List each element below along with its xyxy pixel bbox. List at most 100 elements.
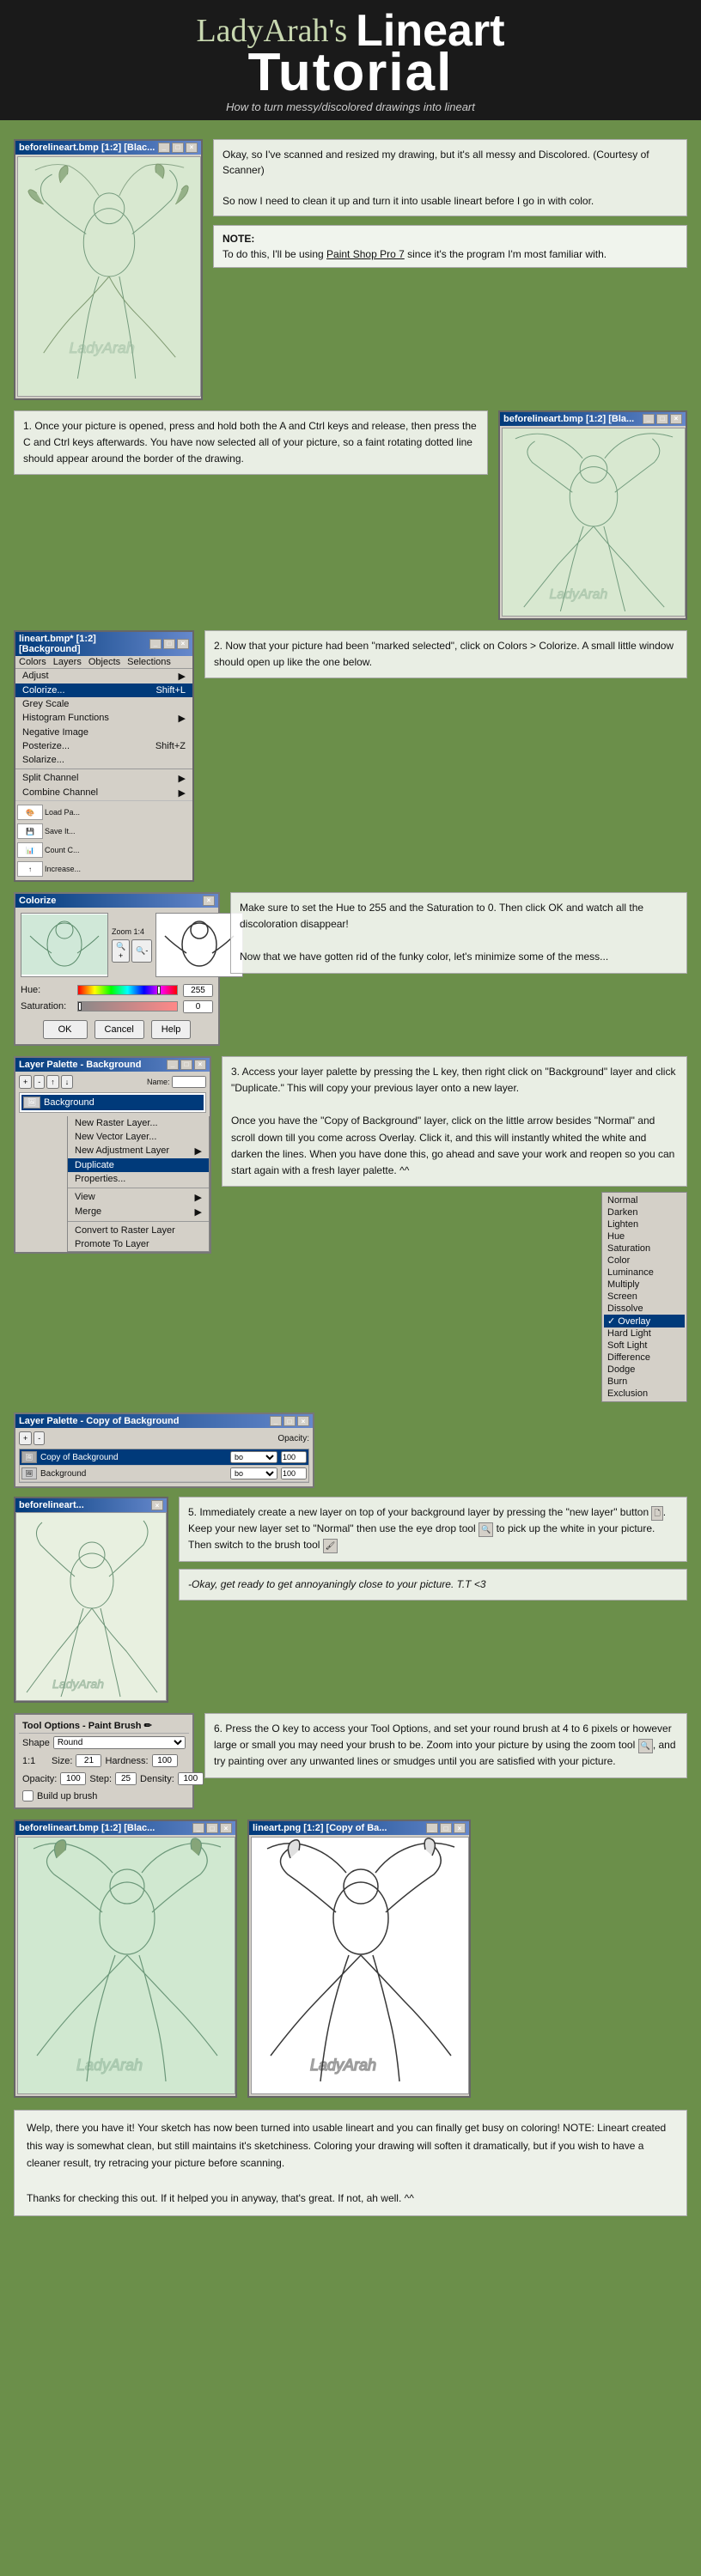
blend-dissolve[interactable]: Dissolve <box>604 1303 685 1315</box>
after-final-close[interactable]: × <box>454 1823 466 1833</box>
layer-copy-del[interactable]: - <box>34 1431 45 1445</box>
buildup-checkbox[interactable] <box>22 1790 34 1801</box>
colorize-body: Zoom 1:4 🔍+ 🔍- <box>15 908 218 1044</box>
layer-delete-btn[interactable]: - <box>34 1075 45 1089</box>
svg-text:LadyArah: LadyArah <box>310 2057 376 2074</box>
menu-negative[interactable]: Negative Image <box>15 726 192 739</box>
layer-copy-add[interactable]: + <box>19 1431 32 1445</box>
layer-copy-opacity-1[interactable] <box>281 1451 307 1463</box>
colorize-ok-btn[interactable]: OK <box>43 1020 88 1039</box>
minimize-btn-2[interactable]: _ <box>643 414 655 424</box>
layer-copy-close[interactable]: × <box>297 1416 309 1426</box>
psp-menubar[interactable]: Colors Layers Objects Selections <box>15 656 192 669</box>
minimize-btn-3[interactable]: _ <box>149 639 162 649</box>
hue-input[interactable] <box>183 984 213 997</box>
ctx-convert-raster[interactable]: Convert to Raster Layer <box>68 1224 209 1237</box>
layer-copy-blend-1[interactable]: bo Normal Overlay <box>230 1451 277 1463</box>
maximize-btn-2[interactable]: □ <box>656 414 668 424</box>
ctx-properties[interactable]: Properties... <box>68 1172 209 1186</box>
before-final-close[interactable]: × <box>220 1823 232 1833</box>
layer-copy-opacity-2[interactable] <box>281 1467 307 1479</box>
note-label: NOTE: <box>222 233 254 245</box>
after-final-min[interactable]: _ <box>426 1823 438 1833</box>
blend-burn[interactable]: Burn <box>604 1376 685 1388</box>
maximize-btn[interactable]: □ <box>172 143 184 153</box>
ctx-duplicate[interactable]: Duplicate <box>68 1158 209 1172</box>
ctx-view[interactable]: View ▶ <box>68 1190 209 1205</box>
before-final-max[interactable]: □ <box>206 1823 218 1833</box>
layer-copy-maximize[interactable]: □ <box>283 1416 296 1426</box>
zoom-out-btn[interactable]: 🔍- <box>131 939 152 963</box>
layer-copy-minimize[interactable]: _ <box>270 1416 282 1426</box>
layer-bg-selected[interactable]: 🖼 Background <box>21 1095 204 1110</box>
layer-close[interactable]: × <box>194 1060 206 1070</box>
minimize-btn[interactable]: _ <box>158 143 170 153</box>
density-input[interactable] <box>178 1772 204 1785</box>
colorize-help-btn[interactable]: Help <box>151 1020 192 1039</box>
colorize-close[interactable]: × <box>203 896 215 906</box>
menu-combine-channel[interactable]: Combine Channel▶ <box>15 786 192 800</box>
hue-slider-track[interactable] <box>77 985 178 995</box>
blend-normal[interactable]: Normal <box>604 1194 685 1206</box>
blend-overlay[interactable]: ✓ Overlay <box>604 1315 685 1327</box>
layer-up-btn[interactable]: ↑ <box>46 1075 59 1089</box>
menu-posterize[interactable]: Posterize...Shift+Z <box>15 739 192 753</box>
blend-luminance[interactable]: Luminance <box>604 1267 685 1279</box>
ctx-new-raster[interactable]: New Raster Layer... <box>68 1116 209 1130</box>
shape-select[interactable]: Round Square <box>53 1736 186 1749</box>
layer-minimize[interactable]: _ <box>167 1060 179 1070</box>
layer-copy-row-1[interactable]: 🖼 Copy of Background bo Normal Overlay <box>20 1449 308 1466</box>
menu-colorize[interactable]: Colorize...Shift+L <box>15 683 192 697</box>
layer-maximize[interactable]: □ <box>180 1060 192 1070</box>
before-final-drawing: LadyArah <box>17 1837 235 2094</box>
blend-difference[interactable]: Difference <box>604 1352 685 1364</box>
step5-close[interactable]: × <box>151 1500 163 1510</box>
before-final-min[interactable]: _ <box>192 1823 204 1833</box>
after-final-max[interactable]: □ <box>440 1823 452 1833</box>
ctx-promote[interactable]: Promote To Layer <box>68 1237 209 1251</box>
sat-slider-thumb[interactable] <box>78 1002 82 1011</box>
ctx-new-vector[interactable]: New Vector Layer... <box>68 1130 209 1144</box>
sat-input[interactable] <box>183 1000 213 1013</box>
maximize-btn-3[interactable]: □ <box>163 639 175 649</box>
blend-screen[interactable]: Screen <box>604 1291 685 1303</box>
menu-split-channel[interactable]: Split Channel▶ <box>15 771 192 786</box>
blend-darken[interactable]: Darken <box>604 1206 685 1218</box>
layer-down-btn[interactable]: ↓ <box>61 1075 74 1089</box>
blend-saturation[interactable]: Saturation <box>604 1242 685 1255</box>
hardness-input[interactable] <box>152 1754 178 1767</box>
menu-solarize[interactable]: Solarize... <box>15 753 192 767</box>
blend-lighten[interactable]: Lighten <box>604 1218 685 1230</box>
zoom-in-btn[interactable]: 🔍+ <box>112 939 130 963</box>
layer-add-btn[interactable]: + <box>19 1075 32 1089</box>
hue-slider-thumb[interactable] <box>157 986 161 994</box>
ctx-merge[interactable]: Merge ▶ <box>68 1205 209 1219</box>
ctx-new-adjustment[interactable]: New Adjustment Layer ▶ <box>68 1144 209 1158</box>
blend-exclusion[interactable]: Exclusion <box>604 1388 685 1400</box>
window-beforelineart-1: beforelineart.bmp [1:2] [Blac... _ □ × <box>14 139 203 400</box>
size-input[interactable] <box>76 1754 101 1767</box>
blend-dodge[interactable]: Dodge <box>604 1364 685 1376</box>
menu-histogram[interactable]: Histogram Functions▶ <box>15 711 192 726</box>
blend-color[interactable]: Color <box>604 1255 685 1267</box>
menu-greyscale[interactable]: Grey Scale <box>15 697 192 711</box>
blend-soft-light[interactable]: Soft Light <box>604 1340 685 1352</box>
size-row: 1:1 Size: Hardness: <box>19 1752 189 1770</box>
menu-adjust[interactable]: Adjust▶ <box>15 669 192 683</box>
layer-copy-blend-2[interactable]: bo Normal <box>230 1467 277 1479</box>
blend-hue[interactable]: Hue <box>604 1230 685 1242</box>
layer-name-input[interactable] <box>172 1076 206 1088</box>
blend-modes-area: Normal Darken Lighten Hue Saturation Col… <box>222 1192 687 1402</box>
layer-palette-toolbar: + - ↑ ↓ Name: <box>15 1072 210 1116</box>
sat-slider-track[interactable] <box>77 1001 178 1012</box>
opacity-input[interactable] <box>60 1772 86 1785</box>
step-input[interactable] <box>115 1772 137 1785</box>
colorize-cancel-btn[interactable]: Cancel <box>94 1020 144 1039</box>
layer-copy-row-2[interactable]: 🖼 Background bo Normal <box>20 1466 308 1482</box>
close-btn-3[interactable]: × <box>177 639 189 649</box>
close-btn[interactable]: × <box>186 143 198 153</box>
blend-multiply[interactable]: Multiply <box>604 1279 685 1291</box>
blend-hard-light[interactable]: Hard Light <box>604 1327 685 1340</box>
close-btn-2[interactable]: × <box>670 414 682 424</box>
layer-row-background[interactable]: 🖼 Background <box>19 1092 206 1113</box>
